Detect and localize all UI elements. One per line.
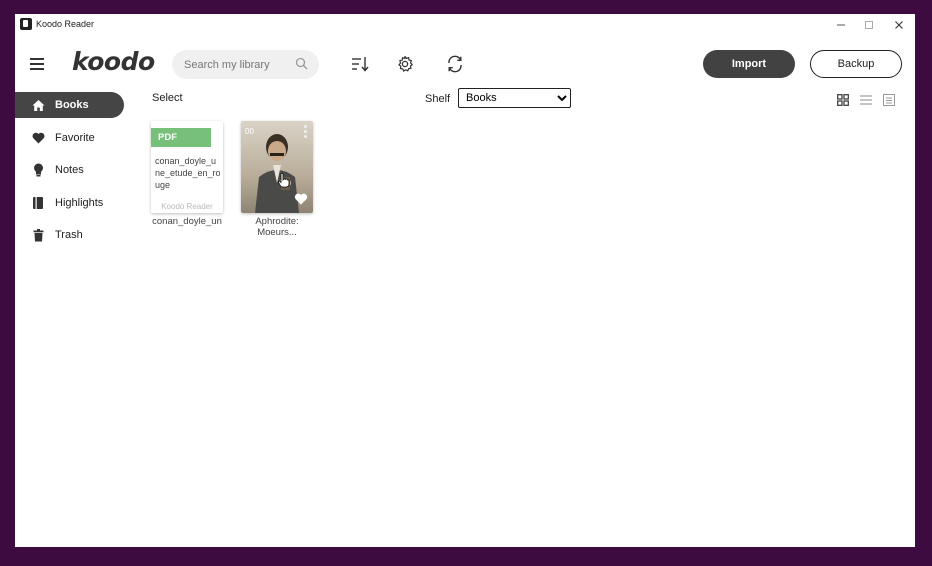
select-button[interactable]: Select [152, 92, 183, 104]
cursor-hand-icon [278, 173, 290, 188]
hamburger-icon [30, 58, 44, 60]
maximize-icon [865, 21, 873, 29]
app-window: Koodo Reader koodo Search my library Imp… [15, 14, 915, 547]
book-item[interactable]: PDF conan_doyle_une_etude_en_rouge Koodo… [151, 121, 223, 227]
sync-icon [448, 55, 462, 73]
minimize-button[interactable] [826, 16, 856, 34]
window-title: Koodo Reader [36, 19, 95, 29]
sidebar-item-favorite[interactable]: Favorite [15, 125, 124, 151]
sidebar-item-books[interactable]: Books [15, 92, 124, 118]
import-button[interactable]: Import [703, 50, 795, 78]
search-box[interactable] [172, 50, 319, 79]
sidebar-item-label: Trash [55, 229, 83, 242]
book-title-line-2: Moeurs... [257, 227, 297, 238]
sort-button[interactable] [350, 54, 370, 74]
sidebar-item-label: Favorite [55, 131, 95, 144]
favorite-heart-icon[interactable] [294, 192, 308, 210]
book-title-line-1: Aphrodite: [255, 216, 299, 227]
title-bar: Koodo Reader [15, 14, 915, 35]
cover-title: conan_doyle_une_etude_en_rouge [155, 156, 221, 190]
maximize-button[interactable] [854, 16, 884, 34]
search-icon[interactable] [295, 57, 308, 75]
book-title: conan_doyle_un [152, 216, 222, 227]
app-icon [20, 18, 32, 30]
backup-button[interactable]: Backup [810, 50, 902, 78]
sidebar-item-label: Highlights [55, 196, 104, 209]
sort-icon [352, 57, 369, 72]
settings-button[interactable] [395, 54, 415, 74]
book-item[interactable]: 00 Aphrodite: Moeurs... [241, 121, 313, 238]
sidebar-item-label: Notes [55, 164, 84, 177]
sidebar-item-notes[interactable]: Notes [15, 157, 124, 183]
cover-footer: Koodo Reader [161, 202, 213, 211]
search-input[interactable] [184, 57, 289, 73]
minimize-icon [837, 24, 845, 26]
app-logo: koodo [72, 47, 155, 76]
book-icon [31, 196, 45, 210]
close-icon [895, 21, 903, 29]
sidebar: Books Favorite Notes Highlights Trash [15, 92, 125, 255]
more-options-icon[interactable] [304, 125, 307, 140]
trash-icon [31, 228, 45, 242]
sync-button[interactable] [445, 54, 465, 74]
close-button[interactable] [884, 16, 914, 34]
book-cover[interactable]: PDF conan_doyle_une_etude_en_rouge Koodo… [151, 121, 223, 213]
grid-view-icon[interactable] [837, 93, 849, 106]
lightbulb-icon [31, 163, 45, 177]
menu-button[interactable] [30, 56, 48, 72]
home-icon [31, 98, 45, 112]
sidebar-item-label: Books [55, 99, 89, 111]
shelf-dropdown[interactable]: Books [458, 88, 571, 108]
list-view-icon[interactable] [860, 93, 872, 105]
sidebar-item-trash[interactable]: Trash [15, 222, 124, 248]
reading-progress: 00 [245, 127, 254, 136]
pdf-badge: PDF [151, 128, 211, 147]
heart-icon [31, 131, 45, 145]
shelf-label: Shelf [425, 93, 451, 105]
book-cover[interactable]: 00 [241, 121, 313, 213]
gear-icon [398, 55, 413, 72]
sidebar-item-highlights[interactable]: Highlights [15, 190, 124, 216]
cover-view-icon[interactable] [883, 93, 895, 106]
